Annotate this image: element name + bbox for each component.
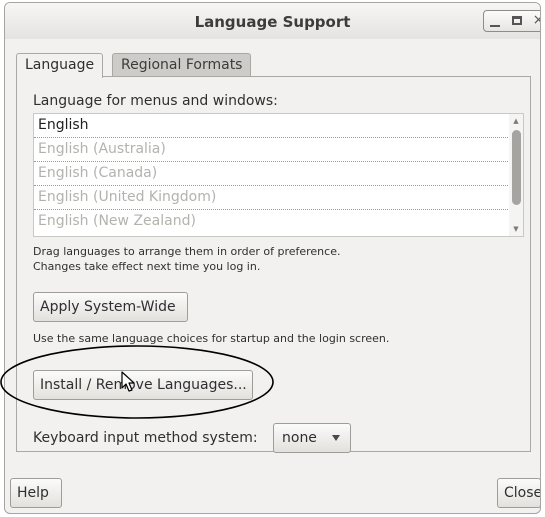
window-title: Language Support (194, 13, 351, 31)
install-remove-languages-button[interactable]: Install / Remove Languages... (33, 370, 253, 400)
scroll-down-arrow-icon[interactable]: ▼ (512, 225, 520, 233)
title-bar[interactable]: Language Support × (5, 3, 540, 39)
language-item-english-australia[interactable]: English (Australia) (34, 138, 510, 162)
apply-hint-text: Use the same language choices for startu… (33, 332, 390, 345)
minimize-button[interactable] (483, 10, 507, 32)
close-icon: × (533, 12, 540, 28)
language-support-window: Language Support × Language Regional For… (4, 2, 541, 514)
close-button[interactable]: Close (497, 478, 540, 508)
keyboard-input-method-value: none (282, 430, 317, 446)
drag-hint-text: Drag languages to arrange them in order … (33, 245, 341, 258)
tab-regional-formats[interactable]: Regional Formats (112, 53, 252, 77)
tab-language[interactable]: Language (16, 53, 104, 78)
scrollbar-thumb[interactable] (512, 130, 521, 205)
language-item-english-canada[interactable]: English (Canada) (34, 162, 510, 186)
relogin-hint-text: Changes take effect next time you log in… (33, 260, 261, 273)
maximize-icon (512, 16, 522, 25)
language-list-scrollbar[interactable]: ▲ ▼ (509, 114, 523, 236)
keyboard-input-method-label: Keyboard input method system: (33, 430, 258, 446)
minimize-icon (490, 25, 500, 27)
tab-regional-formats-label: Regional Formats (121, 57, 243, 73)
language-item-english-united-kingdom[interactable]: English (United Kingdom) (34, 186, 510, 210)
scroll-up-arrow-icon[interactable]: ▲ (512, 117, 520, 125)
window-close-button[interactable]: × (529, 10, 540, 32)
keyboard-input-method-select[interactable]: none (273, 423, 351, 453)
help-button[interactable]: Help (10, 478, 62, 508)
maximize-button[interactable] (506, 10, 530, 32)
tab-language-label: Language (25, 57, 95, 73)
apply-system-wide-button[interactable]: Apply System-Wide (33, 292, 188, 322)
language-list[interactable]: English English (Australia) English (Can… (33, 113, 524, 237)
language-item-english[interactable]: English (34, 114, 510, 138)
language-item-english-new-zealand[interactable]: English (New Zealand) (34, 210, 510, 234)
dropdown-arrow-icon (332, 435, 340, 441)
language-list-heading: Language for menus and windows: (33, 93, 278, 109)
